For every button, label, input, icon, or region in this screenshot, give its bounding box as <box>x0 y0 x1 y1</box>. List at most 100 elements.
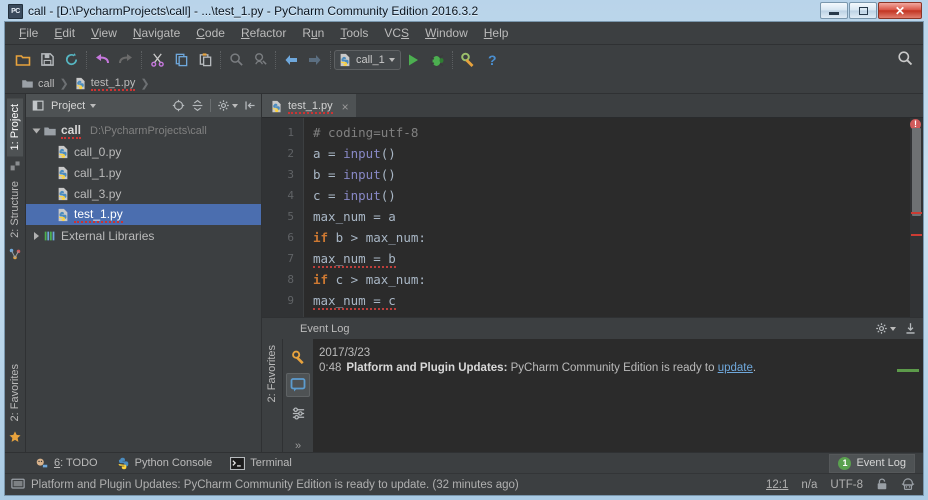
code-token: max_num = c <box>313 293 396 310</box>
sidebar-item-structure[interactable]: 2: Structure <box>7 175 23 244</box>
settings-wrench-icon[interactable] <box>286 345 310 369</box>
code-editor[interactable]: 1 2 3 4 5 6 7 8 9 # coding=utf-8 a = inpu… <box>262 118 923 317</box>
hide-panel-icon[interactable] <box>244 99 257 112</box>
sidebar-item-favorites-lower[interactable]: 2: Favorites <box>266 341 278 406</box>
project-tree: call D:\PycharmProjects\call call_0.py c… <box>26 117 261 452</box>
sidebar-item-favorites[interactable]: 2: Favorites <box>7 358 23 427</box>
caret-position[interactable]: 12:1 <box>766 479 788 491</box>
hide-panel-icon[interactable] <box>904 322 917 335</box>
tree-node-call-3[interactable]: call_3.py <box>26 183 261 204</box>
undo-icon[interactable] <box>90 49 114 71</box>
event-log-source: Platform and Plugin Updates: <box>346 362 508 374</box>
menu-edit[interactable]: Edit <box>46 24 83 42</box>
event-log-content[interactable]: 2017/3/23 0:48 Platform and Plugin Update… <box>313 339 923 452</box>
menu-navigate[interactable]: Navigate <box>125 24 188 42</box>
copy-icon[interactable] <box>169 49 193 71</box>
tab-event-log[interactable]: 1 Event Log <box>829 453 915 473</box>
line-number: 5 <box>287 210 294 223</box>
line-separator[interactable]: n/a <box>801 479 817 491</box>
replace-icon[interactable] <box>248 49 272 71</box>
code-line: max_num = c <box>313 290 910 311</box>
menu-vcs[interactable]: VCS <box>376 24 417 42</box>
screen-icon[interactable] <box>11 478 25 491</box>
tree-node-test-1[interactable]: test_1.py <box>26 204 261 225</box>
menu-window[interactable]: Window <box>417 24 476 42</box>
project-panel: Project call D:\PycharmProjects\call cal… <box>26 94 262 452</box>
python-file-icon <box>76 77 85 90</box>
code-content[interactable]: # coding=utf-8 a = input() b = input() c = … <box>304 118 910 317</box>
menu-help[interactable]: Help <box>476 24 517 42</box>
gear-icon[interactable] <box>217 99 238 112</box>
project-panel-tools <box>172 99 257 112</box>
collapse-all-icon[interactable] <box>191 99 204 112</box>
tree-node-label: External Libraries <box>61 228 155 243</box>
event-log-entry: 0:48 Platform and Plugin Updates: PyCharm… <box>319 362 913 374</box>
run-button[interactable] <box>401 49 425 71</box>
minimize-button[interactable] <box>820 2 848 19</box>
editor-scrollbar[interactable]: ! <box>910 118 923 317</box>
tree-node-call-0[interactable]: call_0.py <box>26 141 261 162</box>
tree-node-call[interactable]: call D:\PycharmProjects\call <box>26 120 261 141</box>
menu-file[interactable]: File <box>11 24 46 42</box>
event-log-header: Event Log <box>262 318 923 339</box>
settings-button[interactable] <box>456 49 480 71</box>
menu-run[interactable]: Run <box>294 24 332 42</box>
close-button[interactable]: ✕ <box>878 2 922 19</box>
configure-icon[interactable] <box>286 401 310 425</box>
balloon-icon[interactable] <box>286 373 310 397</box>
code-line: max_num = b <box>313 248 910 269</box>
forward-icon[interactable] <box>303 49 327 71</box>
close-icon[interactable]: × <box>342 100 349 114</box>
python-console-icon <box>118 457 128 470</box>
run-configuration-selector[interactable]: call_1 <box>334 49 401 70</box>
tree-node-call-1[interactable]: call_1.py <box>26 162 261 183</box>
lock-icon[interactable] <box>876 478 888 491</box>
cut-icon[interactable] <box>145 49 169 71</box>
chevron-expanded-icon[interactable] <box>32 128 41 133</box>
sidebar-item-project[interactable]: 1: Project <box>7 98 23 157</box>
code-line: # coding=utf-8 <box>313 122 910 143</box>
gear-icon[interactable] <box>875 322 896 335</box>
code-token: max_num = b <box>313 251 396 268</box>
back-icon[interactable] <box>279 49 303 71</box>
status-message[interactable]: Platform and Plugin Updates: PyCharm Com… <box>31 479 519 491</box>
maximize-button[interactable] <box>849 2 877 19</box>
tab-python-console[interactable]: Python Console <box>116 456 212 470</box>
workspace: 1: Project 2: Structure 2: Favorites Pro… <box>5 94 923 452</box>
update-link[interactable]: update <box>718 362 753 374</box>
paste-icon[interactable] <box>193 49 217 71</box>
pycharm-icon: PC <box>8 3 23 19</box>
breadcrumb-item-file[interactable]: test_1.py <box>74 77 136 91</box>
search-everywhere-icon[interactable] <box>897 50 913 66</box>
code-token: b > max_num: <box>328 230 426 245</box>
tree-node-external-libraries[interactable]: External Libraries <box>26 225 261 246</box>
save-all-icon[interactable] <box>35 49 59 71</box>
menu-view[interactable]: View <box>83 24 125 42</box>
python-file-icon <box>58 166 68 179</box>
menu-code[interactable]: Code <box>188 24 233 42</box>
hector-inspection-icon[interactable] <box>901 477 915 492</box>
editor-tab-test-1[interactable]: test_1.py × <box>262 94 356 117</box>
expand-toolbar-button[interactable]: » <box>295 440 301 452</box>
find-icon[interactable] <box>224 49 248 71</box>
menu-tools[interactable]: Tools <box>332 24 376 42</box>
tab-terminal-label: Terminal <box>250 457 292 469</box>
debug-button[interactable] <box>425 49 449 71</box>
sync-refresh-icon[interactable] <box>59 49 83 71</box>
window-controls: ✕ <box>820 2 922 19</box>
error-stripe-mark[interactable] <box>911 212 922 214</box>
chevron-collapsed-icon[interactable] <box>34 231 39 240</box>
locate-target-icon[interactable] <box>172 99 185 112</box>
tab-todo[interactable]: 6: TODO <box>35 456 98 470</box>
file-encoding[interactable]: UTF-8 <box>830 479 863 491</box>
help-button[interactable]: ? <box>480 49 504 71</box>
menu-refactor[interactable]: Refactor <box>233 24 294 42</box>
scrollbar-thumb[interactable] <box>912 128 921 216</box>
error-stripe-mark[interactable] <box>911 234 922 236</box>
breadcrumb-item-call[interactable]: call <box>21 77 55 90</box>
redo-icon[interactable] <box>114 49 138 71</box>
chevron-down-icon[interactable] <box>90 103 97 108</box>
line-number: 7 <box>287 252 294 265</box>
tab-terminal[interactable]: Terminal <box>230 456 292 470</box>
open-folder-icon[interactable] <box>11 49 35 71</box>
